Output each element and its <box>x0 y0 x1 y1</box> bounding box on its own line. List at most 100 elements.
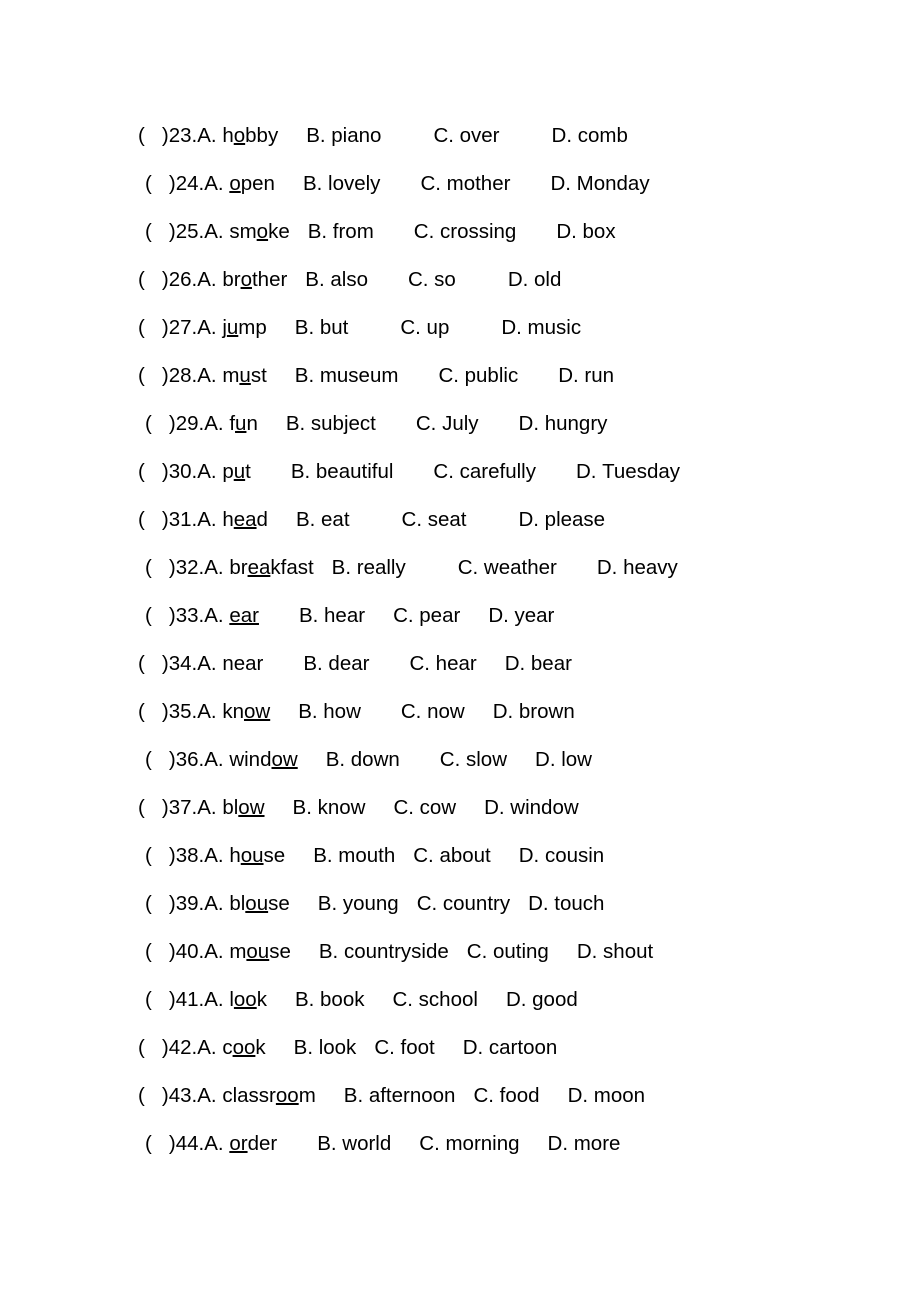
option-b-word[interactable]: B. young <box>318 880 399 928</box>
answer-bracket[interactable]: ( ) <box>145 832 176 880</box>
option-d-word[interactable]: D. music <box>501 304 581 352</box>
option-c-word[interactable]: C. hear <box>409 640 476 688</box>
answer-bracket[interactable]: ( ) <box>138 1024 169 1072</box>
option-d-word[interactable]: D. old <box>508 256 562 304</box>
option-d-word[interactable]: D. touch <box>528 880 604 928</box>
option-b-word[interactable]: B. world <box>317 1120 391 1168</box>
option-d-word[interactable]: D. heavy <box>597 544 678 592</box>
option-b-word[interactable]: B. also <box>305 256 368 304</box>
answer-bracket[interactable]: ( ) <box>145 400 176 448</box>
option-c-word[interactable]: C. food <box>473 1072 539 1120</box>
option-c-word[interactable]: C. carefully <box>433 448 536 496</box>
option-b-word[interactable]: B. afternoon <box>344 1072 456 1120</box>
option-a-word[interactable]: hobby <box>222 112 278 160</box>
option-c-word[interactable]: C. crossing <box>414 208 517 256</box>
option-a-word[interactable]: fun <box>229 400 258 448</box>
answer-bracket[interactable]: ( ) <box>138 496 169 544</box>
answer-bracket[interactable]: ( ) <box>145 928 176 976</box>
option-d-word[interactable]: D. good <box>506 976 578 1024</box>
option-c-word[interactable]: C. July <box>416 400 479 448</box>
option-c-word[interactable]: C. so <box>408 256 456 304</box>
option-c-word[interactable]: C. about <box>413 832 491 880</box>
option-a-word[interactable]: house <box>229 832 285 880</box>
option-b-word[interactable]: B. from <box>308 208 374 256</box>
option-d-word[interactable]: D. Tuesday <box>576 448 680 496</box>
answer-bracket[interactable]: ( ) <box>145 1120 176 1168</box>
option-b-word[interactable]: B. eat <box>296 496 350 544</box>
answer-bracket[interactable]: ( ) <box>138 112 169 160</box>
answer-bracket[interactable]: ( ) <box>138 304 169 352</box>
option-c-word[interactable]: C. school <box>392 976 477 1024</box>
option-c-word[interactable]: C. foot <box>374 1024 434 1072</box>
option-c-word[interactable]: C. weather <box>458 544 557 592</box>
answer-bracket[interactable]: ( ) <box>138 256 169 304</box>
option-d-word[interactable]: D. low <box>535 736 592 784</box>
answer-bracket[interactable]: ( ) <box>138 352 169 400</box>
option-b-word[interactable]: B. really <box>332 544 406 592</box>
option-a-word[interactable]: head <box>222 496 268 544</box>
option-b-word[interactable]: B. know <box>293 784 366 832</box>
answer-bracket[interactable]: ( ) <box>138 640 169 688</box>
option-c-word[interactable]: C. slow <box>440 736 507 784</box>
option-b-word[interactable]: B. piano <box>306 112 381 160</box>
option-d-word[interactable]: D. cartoon <box>463 1024 558 1072</box>
option-d-word[interactable]: D. cousin <box>519 832 604 880</box>
option-d-word[interactable]: D. bear <box>505 640 572 688</box>
answer-bracket[interactable]: ( ) <box>138 448 169 496</box>
answer-bracket[interactable]: ( ) <box>138 688 169 736</box>
option-c-word[interactable]: C. seat <box>402 496 467 544</box>
option-c-word[interactable]: C. up <box>400 304 449 352</box>
option-d-word[interactable]: D. more <box>548 1120 621 1168</box>
option-c-word[interactable]: C. cow <box>393 784 456 832</box>
option-c-word[interactable]: C. over <box>433 112 499 160</box>
option-d-word[interactable]: D. box <box>556 208 615 256</box>
option-d-word[interactable]: D. run <box>558 352 614 400</box>
answer-bracket[interactable]: ( ) <box>145 880 176 928</box>
option-a-word[interactable]: look <box>229 976 267 1024</box>
option-d-word[interactable]: D. window <box>484 784 579 832</box>
option-d-word[interactable]: D. brown <box>493 688 575 736</box>
answer-bracket[interactable]: ( ) <box>145 160 176 208</box>
option-b-word[interactable]: B. countryside <box>319 928 449 976</box>
option-b-word[interactable]: B. look <box>294 1024 357 1072</box>
option-d-word[interactable]: D. year <box>488 592 554 640</box>
option-b-word[interactable]: B. hear <box>299 592 365 640</box>
option-c-word[interactable]: C. public <box>438 352 518 400</box>
option-c-word[interactable]: C. mother <box>420 160 510 208</box>
answer-bracket[interactable]: ( ) <box>145 736 176 784</box>
option-a-word[interactable]: jump <box>222 304 266 352</box>
option-b-word[interactable]: B. beautiful <box>291 448 394 496</box>
option-a-word[interactable]: breakfast <box>229 544 313 592</box>
option-b-word[interactable]: B. how <box>298 688 361 736</box>
option-b-word[interactable]: B. dear <box>303 640 369 688</box>
option-a-word[interactable]: blow <box>222 784 264 832</box>
option-a-word[interactable]: blouse <box>229 880 289 928</box>
option-a-word[interactable]: window <box>229 736 297 784</box>
option-d-word[interactable]: D. comb <box>552 112 628 160</box>
option-b-word[interactable]: B. book <box>295 976 365 1024</box>
answer-bracket[interactable]: ( ) <box>138 784 169 832</box>
option-a-word[interactable]: mouse <box>229 928 291 976</box>
option-d-word[interactable]: D. hungry <box>519 400 608 448</box>
option-b-word[interactable]: B. museum <box>295 352 399 400</box>
option-b-word[interactable]: B. but <box>295 304 349 352</box>
option-b-word[interactable]: B. down <box>326 736 400 784</box>
answer-bracket[interactable]: ( ) <box>145 208 176 256</box>
option-a-word[interactable]: smoke <box>229 208 289 256</box>
option-a-word[interactable]: must <box>222 352 266 400</box>
option-a-word[interactable]: ear <box>229 592 259 640</box>
answer-bracket[interactable]: ( ) <box>138 1072 169 1120</box>
option-a-word[interactable]: classroom <box>222 1072 315 1120</box>
option-b-word[interactable]: B. mouth <box>313 832 395 880</box>
option-c-word[interactable]: C. country <box>417 880 510 928</box>
option-a-word[interactable]: open <box>229 160 275 208</box>
option-a-word[interactable]: order <box>229 1120 277 1168</box>
option-d-word[interactable]: D. Monday <box>550 160 649 208</box>
option-d-word[interactable]: D. please <box>518 496 605 544</box>
option-a-word[interactable]: put <box>222 448 251 496</box>
answer-bracket[interactable]: ( ) <box>145 592 176 640</box>
option-a-word[interactable]: cook <box>222 1024 265 1072</box>
option-a-word[interactable]: brother <box>222 256 287 304</box>
option-c-word[interactable]: C. now <box>401 688 465 736</box>
option-b-word[interactable]: B. subject <box>286 400 376 448</box>
